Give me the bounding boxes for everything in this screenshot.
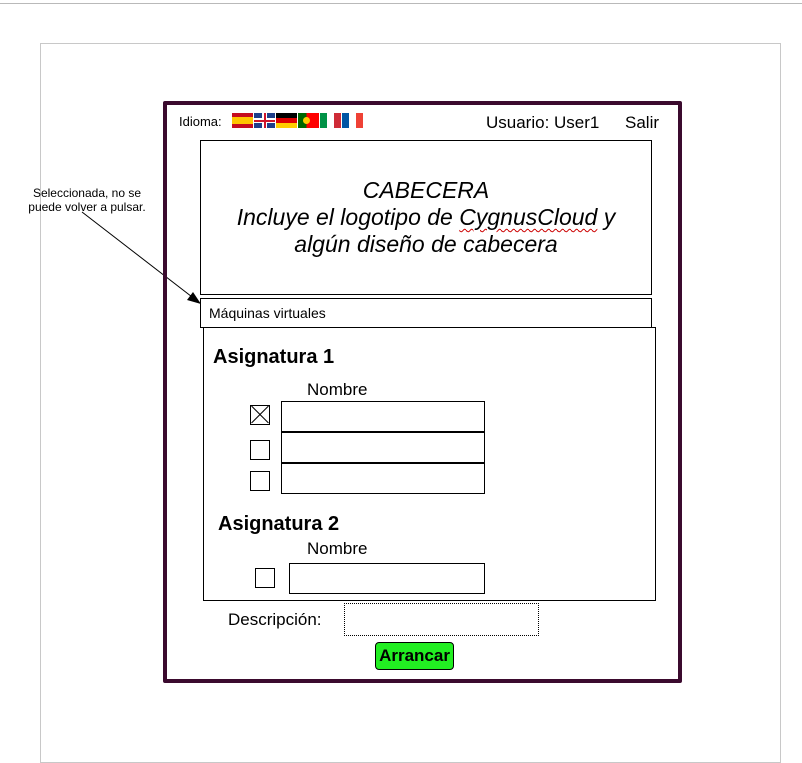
subject-2-row-1-checkbox[interactable] bbox=[255, 568, 275, 588]
subject-2-name-header: Nombre bbox=[307, 539, 368, 558]
flag-italy-icon[interactable] bbox=[320, 113, 341, 128]
user-label: Usuario: User1 bbox=[486, 113, 600, 132]
logout-link[interactable]: Salir bbox=[625, 113, 659, 133]
subject-1-row-1-name[interactable] bbox=[281, 401, 485, 432]
tab-virtual-machines[interactable]: Máquinas virtuales bbox=[200, 298, 652, 328]
header-line-2: Incluye el logotipo de CygnusCloud y bbox=[201, 204, 651, 231]
subject-1-row-1-checkbox[interactable] bbox=[250, 405, 270, 425]
flag-germany-icon[interactable] bbox=[276, 113, 297, 128]
subject-1-row-3-checkbox[interactable] bbox=[250, 471, 270, 491]
subject-1-row-2-checkbox[interactable] bbox=[250, 440, 270, 460]
header-line-2-post: y bbox=[597, 204, 616, 230]
subject-1-row-2-name[interactable] bbox=[281, 432, 485, 463]
flag-spain-icon[interactable] bbox=[232, 113, 253, 128]
header-line-2-pre: Incluye el logotipo de bbox=[236, 204, 460, 230]
subject-1-title: Asignatura 1 bbox=[213, 346, 335, 368]
flag-uk-icon[interactable] bbox=[254, 113, 275, 128]
description-input[interactable] bbox=[344, 603, 539, 636]
flag-portugal-icon[interactable] bbox=[298, 113, 319, 128]
flag-france-icon[interactable] bbox=[342, 113, 363, 128]
subject-1-row-3-name[interactable] bbox=[281, 463, 485, 494]
language-flags bbox=[232, 113, 363, 128]
language-label: Idioma: bbox=[179, 114, 222, 129]
header-line-3: algún diseño de cabecera bbox=[294, 231, 558, 257]
header-brand: CygnusCloud bbox=[459, 204, 598, 230]
header-line-1: CABECERA bbox=[362, 177, 490, 203]
subject-1-name-header: Nombre bbox=[307, 380, 368, 399]
header-placeholder: CABECERA Incluye el logotipo de CygnusCl… bbox=[200, 140, 652, 295]
start-button[interactable]: Arrancar bbox=[375, 642, 454, 670]
subject-2-title: Asignatura 2 bbox=[218, 513, 340, 535]
subject-2-row-1-name[interactable] bbox=[289, 563, 485, 594]
description-label: Descripción: bbox=[228, 610, 322, 629]
